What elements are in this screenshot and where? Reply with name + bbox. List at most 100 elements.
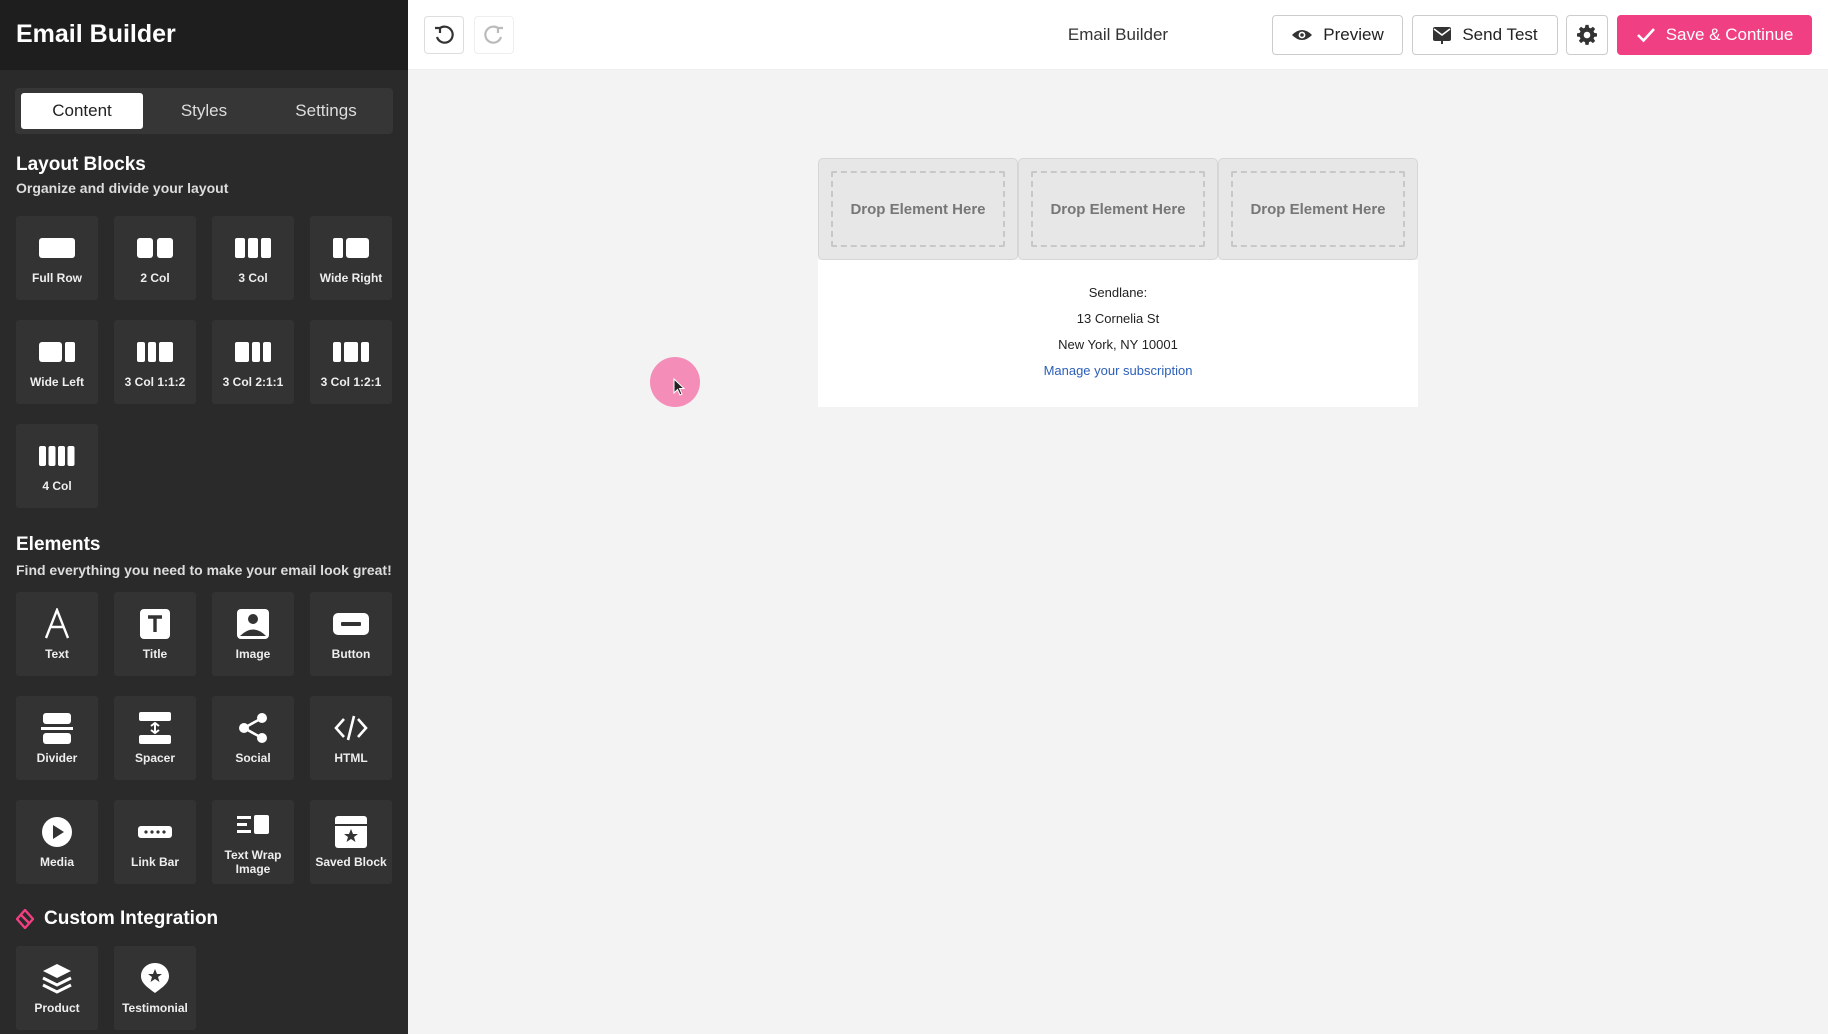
block-label: Title (142, 647, 168, 661)
text-wrap-image-icon (237, 808, 269, 842)
element-link-bar[interactable]: Link Bar (114, 800, 196, 884)
element-social[interactable]: Social (212, 696, 294, 780)
block-label: Media (39, 855, 74, 869)
drop-zone[interactable]: Drop Element Here (818, 158, 1018, 260)
layout-3-col-211[interactable]: 3 Col 2:1:1 (212, 320, 294, 404)
button-icon (333, 607, 369, 641)
integration-testimonial[interactable]: Testimonial (114, 946, 196, 1030)
element-text-wrap-image[interactable]: Text Wrap Image (212, 800, 294, 884)
app-title: Email Builder (16, 20, 176, 48)
layout-wide-right[interactable]: Wide Right (310, 216, 392, 300)
save-continue-label: Save & Continue (1665, 25, 1794, 44)
footer-street: 13 Cornelia St (1076, 311, 1160, 326)
layout-3-col-112[interactable]: 3 Col 1:1:2 (114, 320, 196, 404)
block-label: Wide Right (319, 271, 383, 285)
mail-icon (1433, 27, 1452, 44)
play-icon (41, 815, 73, 849)
block-label: Testimonial (122, 1001, 188, 1015)
sidebar: Email Builder Content Styles Settings La… (0, 0, 408, 1034)
layout-2-col[interactable]: 2 Col (114, 216, 196, 300)
element-spacer[interactable]: Spacer (114, 696, 196, 780)
badge-star-icon (140, 961, 170, 995)
integration-icon (16, 909, 34, 929)
block-label: Wide Left (30, 375, 84, 389)
drop-zone[interactable]: Drop Element Here (1218, 158, 1418, 260)
element-title[interactable]: Title (114, 592, 196, 676)
element-divider[interactable]: Divider (16, 696, 98, 780)
layout-blocks-title: Layout Blocks (16, 154, 146, 175)
title-icon (140, 607, 170, 641)
element-saved-block[interactable]: Saved Block (310, 800, 392, 884)
layout-4-col[interactable]: 4 Col (16, 424, 98, 508)
elements-title: Elements (16, 534, 101, 555)
tab-content[interactable]: Content (21, 93, 143, 129)
layout-wide-left[interactable]: Wide Left (16, 320, 98, 404)
block-label: HTML (334, 751, 368, 765)
element-button[interactable]: Button (310, 592, 392, 676)
integration-product[interactable]: Product (16, 946, 98, 1030)
four-col-icon (39, 439, 75, 473)
block-label: Image (235, 647, 271, 661)
link-bar-icon (138, 815, 172, 849)
preview-label: Preview (1323, 25, 1384, 44)
text-icon (43, 607, 71, 641)
gear-icon (1577, 24, 1597, 45)
saved-block-icon (335, 815, 367, 849)
three-col-211-icon (235, 335, 271, 369)
footer-city: New York, NY 10001 (1058, 337, 1178, 352)
email-canvas: Drop Element Here Drop Element Here Drop… (818, 158, 1418, 407)
drop-zone[interactable]: Drop Element Here (1018, 158, 1218, 260)
layout-blocks-subtitle: Organize and divide your layout (16, 180, 229, 196)
full-row-icon (39, 231, 75, 265)
sidebar-tabs: Content Styles Settings (15, 88, 393, 134)
wide-left-icon (39, 335, 75, 369)
divider-icon (41, 711, 73, 745)
custom-integration-title: Custom Integration (44, 908, 219, 929)
tab-settings[interactable]: Settings (265, 93, 387, 129)
block-label: Link Bar (130, 855, 179, 869)
layout-full-row[interactable]: Full Row (16, 216, 98, 300)
element-media[interactable]: Media (16, 800, 98, 884)
three-col-icon (235, 231, 271, 265)
elements-subtitle: Find everything you need to make your em… (16, 562, 392, 578)
drop-zone-label: Drop Element Here (850, 200, 986, 218)
block-label: Button (331, 647, 371, 661)
send-test-label: Send Test (1462, 25, 1538, 44)
block-label: Spacer (134, 751, 176, 765)
check-icon (1636, 28, 1655, 43)
block-label: Full Row (32, 271, 82, 285)
two-col-icon (137, 231, 173, 265)
block-label: Text (45, 647, 69, 661)
element-html[interactable]: HTML (310, 696, 392, 780)
three-col-112-icon (137, 335, 173, 369)
preview-button[interactable]: Preview (1272, 15, 1403, 55)
manage-subscription-link[interactable]: Manage your subscription (818, 358, 1418, 384)
eye-icon (1292, 30, 1313, 40)
tab-styles[interactable]: Styles (143, 93, 265, 129)
mouse-cursor-icon (673, 378, 686, 396)
drop-zone-label: Drop Element Here (1050, 200, 1186, 218)
settings-button[interactable] (1566, 15, 1608, 55)
spacer-icon (139, 711, 171, 745)
top-bar: Email Builder Preview Send Test Save & C… (408, 0, 1828, 70)
element-image[interactable]: Image (212, 592, 294, 676)
layers-icon (41, 961, 73, 995)
email-footer[interactable]: Sendlane: 13 Cornelia St New York, NY 10… (818, 260, 1418, 407)
layout-3-col-121[interactable]: 3 Col 1:2:1 (310, 320, 392, 404)
layout-3-col[interactable]: 3 Col (212, 216, 294, 300)
code-icon (334, 711, 368, 745)
send-test-button[interactable]: Send Test (1412, 15, 1558, 55)
three-col-row: Drop Element Here Drop Element Here Drop… (818, 158, 1418, 260)
share-icon (237, 711, 269, 745)
block-label: Text Wrap Image (224, 848, 282, 876)
save-continue-button[interactable]: Save & Continue (1617, 15, 1812, 55)
elements-section: Elements Find everything you need to mak… (0, 534, 408, 884)
block-label: 2 Col (140, 271, 170, 285)
footer-company: Sendlane: (1088, 285, 1148, 300)
block-label: 3 Col 2:1:1 (222, 375, 284, 389)
block-label: 3 Col 1:1:2 (124, 375, 186, 389)
page-title: Email Builder (1067, 25, 1169, 44)
drop-zone-label: Drop Element Here (1250, 200, 1386, 218)
block-label: 4 Col (42, 479, 72, 493)
element-text[interactable]: Text (16, 592, 98, 676)
